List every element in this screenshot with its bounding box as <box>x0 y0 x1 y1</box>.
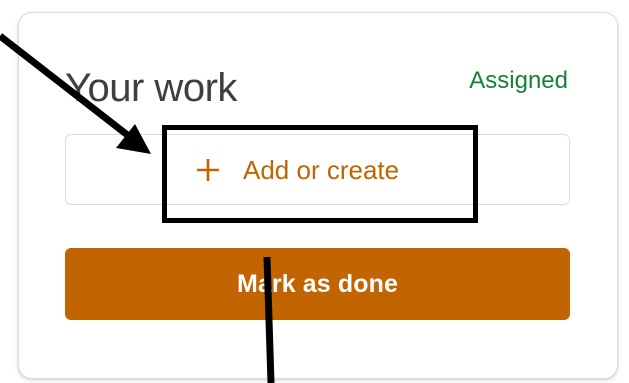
card-title: Your work <box>65 66 237 110</box>
mark-as-done-label: Mark as done <box>237 269 398 298</box>
status-badge: Assigned <box>469 67 568 94</box>
add-or-create-label: Add or create <box>243 155 400 185</box>
stage: Your work Assigned Add or create Mark as… <box>0 0 629 383</box>
add-or-create-content[interactable]: Add or create <box>196 152 400 188</box>
mark-as-done-button[interactable]: Mark as done <box>65 248 570 320</box>
plus-icon <box>196 158 220 182</box>
